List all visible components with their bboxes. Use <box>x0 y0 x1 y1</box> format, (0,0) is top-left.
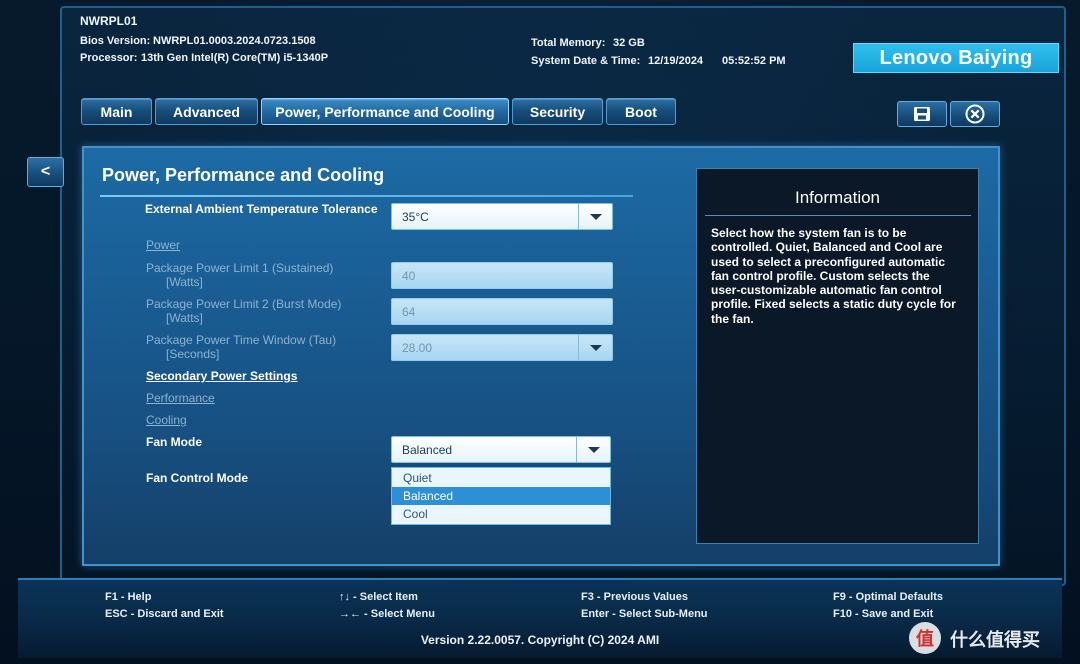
ppl1-unit: [Watts] <box>166 275 203 289</box>
discard-exit-hint: ESC - Discard and Exit <box>105 608 224 620</box>
power-section-link: Power <box>146 238 181 252</box>
optimal-defaults-hint: F9 - Optimal Defaults <box>833 591 944 603</box>
chevron-down-icon[interactable] <box>578 204 612 229</box>
tab-main[interactable]: Main <box>81 98 152 125</box>
processor-label: Processor: <box>80 52 138 64</box>
ppl2-label: Package Power Limit 2 (Burst Mode) <box>146 297 342 311</box>
chevron-down-icon[interactable] <box>576 437 610 462</box>
fan-mode-label: Fan Mode <box>146 435 202 449</box>
fan-option-balanced[interactable]: Balanced <box>392 487 610 505</box>
ambient-temp-label: External Ambient Temperature Tolerance <box>145 202 378 216</box>
fan-mode-select[interactable]: Balanced <box>391 436 611 463</box>
model-name: NWRPL01 <box>80 14 138 28</box>
fan-control-mode-label: Fan Control Mode <box>146 471 248 485</box>
information-divider <box>705 215 971 216</box>
ppl1-input: 40 <box>391 262 613 289</box>
performance-section-link: Performance <box>146 391 215 405</box>
watermark-text: 什么值得买 <box>950 630 1040 650</box>
system-datetime-label: System Date & Time: <box>531 55 641 67</box>
processor-value: 13th Gen Intel(R) Core(TM) i5-1340P <box>141 52 329 64</box>
bios-version-label: Bios Version: <box>80 35 151 47</box>
system-time-value: 05:52:52 PM <box>722 55 786 67</box>
total-memory-label: Total Memory: <box>531 37 606 49</box>
secondary-power-settings-link[interactable]: Secondary Power Settings <box>146 369 297 383</box>
information-text: Select how the system fan is to be contr… <box>711 226 956 326</box>
select-item-hint: ↑↓ - Select Item <box>339 591 418 603</box>
ambient-temp-value: 35°C <box>402 209 429 224</box>
help-hint: F1 - Help <box>105 591 152 603</box>
save-exit-hint: F10 - Save and Exit <box>833 608 934 620</box>
tau-value: 28.00 <box>402 340 433 355</box>
ppl2-input: 64 <box>391 298 613 325</box>
floppy-disk-icon <box>914 107 930 121</box>
watermark-badge: 值 <box>909 622 941 654</box>
title-divider <box>100 195 633 197</box>
tab-power-performance-cooling[interactable]: Power, Performance and Cooling <box>261 98 509 125</box>
select-submenu-hint: Enter - Select Sub-Menu <box>581 608 708 620</box>
information-title: Information <box>794 188 881 207</box>
information-panel: Information Select how the system fan is… <box>696 168 979 544</box>
fan-option-cool[interactable]: Cool <box>392 505 610 523</box>
page-title: Power, Performance and Cooling <box>102 165 385 185</box>
tau-select: 28.00 <box>391 334 613 361</box>
cooling-section-link: Cooling <box>146 413 187 427</box>
ppl1-label: Package Power Limit 1 (Sustained) <box>146 261 334 275</box>
tab-security[interactable]: Security <box>512 98 603 125</box>
system-date-value: 12/19/2024 <box>648 55 704 67</box>
exit-button[interactable] <box>950 101 1000 127</box>
ppl1-value: 40 <box>402 268 416 283</box>
fan-mode-value: Balanced <box>402 442 453 457</box>
tau-label: Package Power Time Window (Tau) <box>146 333 337 347</box>
select-menu-hint: →← - Select Menu <box>339 608 435 620</box>
fan-option-quiet[interactable]: Quiet <box>392 469 610 487</box>
back-button[interactable]: < <box>27 157 64 187</box>
ambient-temp-select[interactable]: 35°C <box>391 203 613 230</box>
close-circle-icon <box>965 104 985 124</box>
vendor-logo: Lenovo Baiying <box>853 43 1059 73</box>
previous-values-hint: F3 - Previous Values <box>581 591 688 603</box>
ppl2-value: 64 <box>402 304 416 319</box>
total-memory-value: 32 GB <box>613 37 645 49</box>
tab-boot[interactable]: Boot <box>606 98 676 125</box>
tau-unit: [Seconds] <box>166 347 220 361</box>
fan-mode-dropdown: Quiet Balanced Cool <box>391 467 611 525</box>
ppl2-unit: [Watts] <box>166 311 203 325</box>
chevron-down-icon <box>578 335 612 360</box>
tab-advanced[interactable]: Advanced <box>155 98 258 125</box>
save-button[interactable] <box>897 101 947 127</box>
bios-version-value: NWRPL01.0003.2024.0723.1508 <box>153 35 316 47</box>
